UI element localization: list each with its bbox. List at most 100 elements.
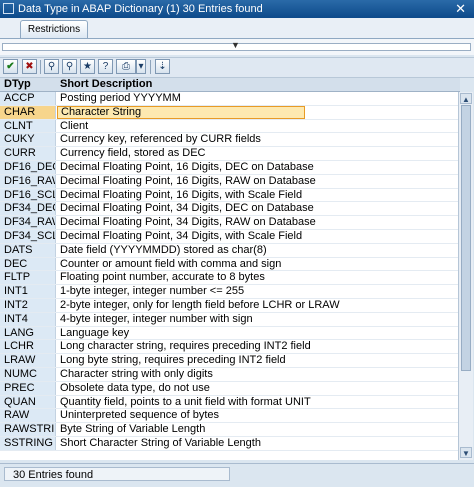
description-cell[interactable]: Short Character String of Variable Lengt… (57, 437, 457, 450)
dtyp-cell[interactable]: LCHR (0, 340, 56, 354)
description-cell[interactable]: Posting period YYYYMM (57, 92, 457, 105)
dtyp-cell[interactable]: DEC (0, 257, 56, 271)
description-cell[interactable]: Decimal Floating Point, 16 Digits, with … (57, 189, 457, 202)
table-row[interactable]: CLNT Client (0, 119, 458, 134)
close-icon[interactable]: ✕ (455, 0, 466, 18)
sort-icon[interactable]: ⇣ (155, 59, 170, 74)
table-row[interactable]: DF34_SCL Decimal Floating Point, 34 Digit… (0, 229, 458, 244)
dtyp-cell[interactable]: CURR (0, 147, 56, 160)
table-row[interactable]: RAWSTRINGByte String of Variable Length (0, 423, 458, 437)
title-bar: Data Type in ABAP Dictionary (1) 30 Entr… (0, 0, 474, 18)
table-row[interactable]: CURR Currency field, stored as DEC (0, 147, 458, 161)
description-cell[interactable]: Decimal Floating Point, 34 Digits, with … (57, 230, 457, 243)
description-cell[interactable]: 1-byte integer, integer number <= 255 (57, 285, 457, 298)
table-row[interactable]: NUMC Character string with only digits (0, 367, 458, 382)
information-icon[interactable]: ? (98, 59, 113, 74)
description-cell[interactable]: Decimal Floating Point, 34 Digits, RAW o… (57, 216, 457, 229)
description-cell[interactable]: Byte String of Variable Length (57, 423, 457, 436)
checkmark-icon[interactable]: ✔ (3, 59, 18, 74)
tab-restrictions[interactable]: Restrictions (20, 20, 88, 38)
description-cell[interactable]: Decimal Floating Point, 34 Digits, DEC o… (57, 202, 457, 215)
table-row[interactable]: LANG Language key (0, 326, 458, 341)
print-icon[interactable]: ⎙ (116, 59, 136, 74)
table-row[interactable]: DF16_SCL Decimal Floating Point, 16 Digit… (0, 188, 458, 203)
toolbar: ✔ ✖ ⚲ ⚲ ★ ? ⎙ ▾ ⇣ (0, 57, 474, 78)
description-cell[interactable]: Decimal Floating Point, 16 Digits, RAW o… (57, 175, 457, 188)
table-row[interactable]: DEC Counter or amount field with comma an… (0, 257, 458, 272)
vertical-scrollbar[interactable]: ▲ ▼ (458, 92, 473, 460)
dtyp-cell[interactable]: PREC (0, 381, 56, 395)
scroll-up-icon[interactable]: ▲ (460, 93, 472, 104)
dtyp-cell[interactable]: DF34_SCL (0, 229, 56, 243)
description-cell[interactable]: Counter or amount field with comma and s… (57, 258, 457, 271)
table-row[interactable]: DF16_RAWDecimal Floating Point, 16 Digit… (0, 174, 458, 189)
table-row[interactable]: INT1 1-byte integer, integer number <= 25… (0, 285, 458, 299)
description-cell[interactable]: Currency key, referenced by CURR fields (57, 133, 457, 146)
column-header-dtyp[interactable]: DTyp (4, 78, 31, 91)
dropdown-icon[interactable]: ▾ (136, 59, 146, 74)
column-header-short-description[interactable]: Short Description (60, 78, 152, 91)
dtyp-cell[interactable]: CLNT (0, 119, 56, 133)
table-row[interactable]: QUAN Quantity field, points to a unit fie… (0, 395, 458, 410)
cancel-icon[interactable]: ✖ (22, 59, 37, 74)
description-cell[interactable]: Date field (YYYYMMDD) stored as char(8) (57, 244, 457, 257)
dtyp-cell[interactable]: DF34_RAW (0, 216, 56, 229)
table-row[interactable]: DF34_RAWDecimal Floating Point, 34 Digit… (0, 216, 458, 230)
find-next-icon[interactable]: ⚲ (62, 59, 77, 74)
table-row[interactable]: LRAW Long byte string, requires preceding… (0, 354, 458, 368)
description-cell[interactable]: 2-byte integer, only for length field be… (57, 299, 457, 312)
scroll-thumb[interactable] (461, 105, 471, 371)
table-row[interactable]: CHAR Character String (0, 105, 458, 120)
dtyp-cell[interactable]: QUAN (0, 395, 56, 409)
status-text: 30 Entries found (4, 467, 230, 481)
description-cell[interactable]: Decimal Floating Point, 16 Digits, DEC o… (57, 161, 457, 174)
dtyp-cell[interactable]: NUMC (0, 367, 56, 381)
description-cell[interactable]: Client (57, 120, 457, 133)
dtyp-cell[interactable]: INT2 (0, 298, 56, 312)
table-row[interactable]: INT4 4-byte integer, integer number with … (0, 312, 458, 327)
description-cell[interactable]: 4-byte integer, integer number with sign (57, 313, 457, 326)
description-cell[interactable]: Character string with only digits (57, 368, 457, 381)
dtyp-cell[interactable]: CHAR (0, 105, 56, 119)
grid-header: DTyp Short Description (0, 78, 460, 92)
table-row[interactable]: LCHR Long character string, requires prec… (0, 340, 458, 355)
dtyp-cell[interactable]: DATS (0, 243, 56, 257)
table-row[interactable]: CUKY Currency key, referenced by CURR fie… (0, 133, 458, 148)
dtyp-cell[interactable]: RAW (0, 409, 56, 423)
personal-list-icon[interactable]: ★ (80, 59, 95, 74)
dtyp-cell[interactable]: DF34_DEC (0, 202, 56, 216)
description-cell[interactable]: Long byte string, requires preceding INT… (57, 354, 457, 367)
table-row[interactable]: INT2 2-byte integer, only for length fiel… (0, 298, 458, 313)
dtyp-cell[interactable]: INT4 (0, 312, 56, 326)
description-cell[interactable]: Character String (57, 105, 305, 119)
table-row[interactable]: DF16_DEC Decimal Floating Point, 16 Digit… (0, 160, 458, 175)
description-cell[interactable]: Long character string, requires precedin… (57, 340, 457, 353)
table-row[interactable]: FLTP Floating point number, accurate to 8… (0, 271, 458, 286)
dtyp-cell[interactable]: FLTP (0, 271, 56, 285)
dtyp-cell[interactable]: LANG (0, 326, 56, 340)
find-icon[interactable]: ⚲ (44, 59, 59, 74)
dtyp-cell[interactable]: DF16_DEC (0, 160, 56, 174)
table-row[interactable]: DATS Date field (YYYYMMDD) stored as char… (0, 243, 458, 258)
description-cell[interactable]: Quantity field, points to a unit field w… (57, 396, 457, 409)
dtyp-cell[interactable]: CUKY (0, 133, 56, 147)
dtyp-cell[interactable]: INT1 (0, 285, 56, 298)
table-row[interactable]: SSTRING Short Character String of Variabl… (0, 436, 458, 451)
expand-restrictions-icon[interactable]: ▼ (231, 40, 240, 50)
description-cell[interactable]: Uninterpreted sequence of bytes (57, 409, 457, 422)
dtyp-cell[interactable]: DF16_SCL (0, 188, 56, 202)
description-cell[interactable]: Language key (57, 327, 457, 340)
description-cell[interactable]: Floating point number, accurate to 8 byt… (57, 271, 457, 284)
dtyp-cell[interactable]: LRAW (0, 354, 56, 367)
description-cell[interactable]: Obsolete data type, do not use (57, 382, 457, 395)
table-row[interactable]: RAW Uninterpreted sequence of bytes (0, 409, 458, 424)
table-row[interactable]: PREC Obsolete data type, do not use (0, 381, 458, 396)
description-cell[interactable]: Currency field, stored as DEC (57, 147, 457, 160)
scroll-down-icon[interactable]: ▼ (460, 447, 472, 458)
table-row[interactable]: ACCP Posting period YYYYMM (0, 92, 458, 106)
dtyp-cell[interactable]: SSTRING (0, 436, 56, 450)
table-row[interactable]: DF34_DEC Decimal Floating Point, 34 Digit… (0, 202, 458, 217)
dtyp-cell[interactable]: DF16_RAW (0, 174, 56, 188)
dtyp-cell[interactable]: ACCP (0, 92, 56, 105)
dtyp-cell[interactable]: RAWSTRING (0, 423, 56, 436)
